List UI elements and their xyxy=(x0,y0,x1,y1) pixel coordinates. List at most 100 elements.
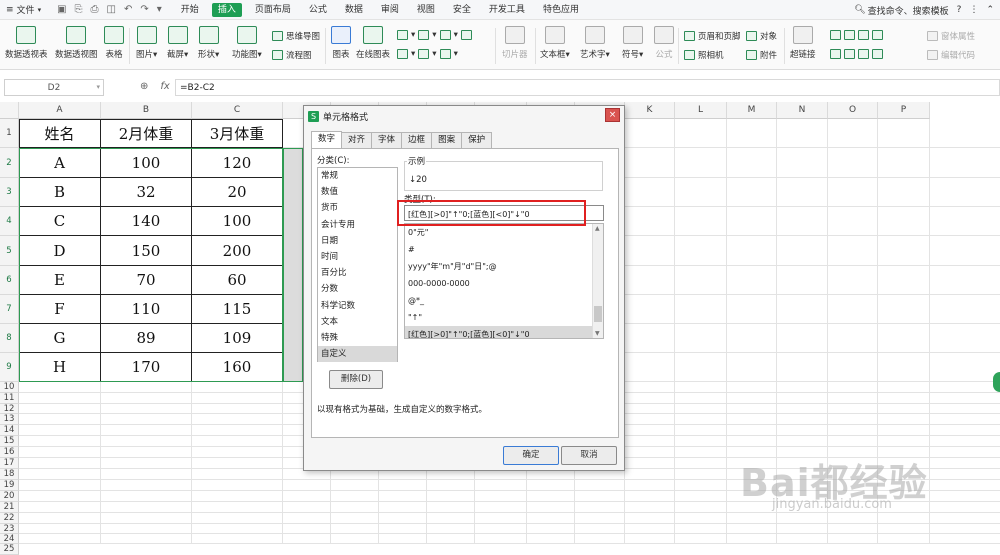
row-header[interactable]: 6 xyxy=(0,266,19,295)
column-header[interactable]: K xyxy=(625,102,675,119)
dialog-tab-1[interactable]: 对齐 xyxy=(341,132,373,148)
scroll-up-icon[interactable]: ▲ xyxy=(595,225,600,232)
chart-type-buttons-row1[interactable]: ▾ ▾ ▾ xyxy=(397,30,472,40)
chart-type-buttons-row2[interactable]: ▾ ▾ ▾ xyxy=(397,49,458,59)
table-header-cell[interactable]: 3月体重 xyxy=(192,119,283,148)
table-cell[interactable]: 150 xyxy=(101,236,192,266)
row-header[interactable]: 14 xyxy=(0,425,19,436)
table-cell[interactable]: A xyxy=(19,148,101,178)
row-header[interactable]: 1 xyxy=(0,119,19,148)
table-cell[interactable]: 115 xyxy=(192,295,283,324)
menu-tab-2[interactable]: 页面布局 xyxy=(246,0,300,20)
row-header[interactable]: 25 xyxy=(0,544,19,555)
table-button[interactable]: 表格 xyxy=(104,26,124,60)
menu-tab-1[interactable]: 插入 xyxy=(211,2,242,17)
column-header[interactable]: M xyxy=(727,102,777,119)
close-button[interactable]: × xyxy=(605,108,620,122)
column-header[interactable]: P xyxy=(878,102,930,119)
format-list-scrollbar[interactable]: ▲ ▼ xyxy=(592,224,603,338)
table-cell[interactable]: 170 xyxy=(101,353,192,382)
row-header[interactable]: 16 xyxy=(0,447,19,458)
dialog-tab-4[interactable]: 图案 xyxy=(431,132,463,148)
row-header[interactable]: 2 xyxy=(0,148,19,178)
table-cell[interactable]: E xyxy=(19,266,101,295)
print-preview-icon[interactable]: ◫ xyxy=(107,4,116,15)
category-list[interactable]: 常规 数值 货币 会计专用 日期 时间 百分比 分数 科学记数 文本 特殊 自定义 xyxy=(317,167,398,363)
dialog-tab-0[interactable]: 数字 xyxy=(311,131,343,148)
row-header[interactable]: 24 xyxy=(0,534,19,544)
row-header[interactable]: 15 xyxy=(0,436,19,447)
header-footer-button[interactable]: 页眉和页脚 xyxy=(684,30,741,42)
column-header[interactable]: N xyxy=(777,102,828,119)
table-cell[interactable]: 60 xyxy=(192,266,283,295)
table-cell[interactable]: 110 xyxy=(101,295,192,324)
row-header[interactable]: 8 xyxy=(0,324,19,353)
dialog-tab-2[interactable]: 字体 xyxy=(371,132,403,148)
fx-icon[interactable]: fx xyxy=(160,81,169,92)
attachment-button[interactable]: 附件 xyxy=(746,49,777,61)
row-header[interactable]: 10 xyxy=(0,382,19,393)
menu-tab-7[interactable]: 安全 xyxy=(444,0,480,20)
art-text-button[interactable]: 艺术字▾ xyxy=(580,26,610,60)
row-header[interactable]: 19 xyxy=(0,480,19,491)
table-cell[interactable]: 89 xyxy=(101,324,192,353)
row-header[interactable]: 9 xyxy=(0,353,19,382)
row-header[interactable]: 5 xyxy=(0,236,19,266)
menu-tab-9[interactable]: 特色应用 xyxy=(534,0,588,20)
category-item[interactable]: 货币 xyxy=(318,200,397,216)
row-header[interactable]: 20 xyxy=(0,491,19,502)
search-command[interactable]: 查找命令、搜索模板 xyxy=(868,4,949,17)
flowchart-button[interactable]: 流程图 xyxy=(272,49,312,61)
category-item[interactable]: 时间 xyxy=(318,249,397,265)
scroll-down-icon[interactable]: ▼ xyxy=(595,330,600,337)
table-cell[interactable]: C xyxy=(19,207,101,236)
row-header[interactable]: 4 xyxy=(0,207,19,236)
row-header[interactable]: 12 xyxy=(0,404,19,414)
table-cell[interactable]: 100 xyxy=(101,148,192,178)
column-header[interactable]: A xyxy=(19,102,101,119)
category-item[interactable]: 科学记数 xyxy=(318,298,397,314)
table-cell[interactable]: 140 xyxy=(101,207,192,236)
row-header[interactable]: 22 xyxy=(0,513,19,524)
category-item[interactable]: 特殊 xyxy=(318,330,397,346)
function-chart-button[interactable]: 功能图▾ xyxy=(232,26,262,60)
table-cell[interactable]: 20 xyxy=(192,178,283,207)
slicer-button[interactable]: 切片器 xyxy=(502,26,528,60)
floating-assistant-icon[interactable] xyxy=(993,372,1000,392)
table-cell[interactable]: 160 xyxy=(192,353,283,382)
print-icon[interactable]: ⎙ xyxy=(91,4,99,15)
row-header[interactable]: 23 xyxy=(0,524,19,534)
row-header[interactable]: 18 xyxy=(0,469,19,480)
form-controls-row1[interactable] xyxy=(830,30,883,40)
category-item[interactable]: 文本 xyxy=(318,314,397,330)
search-icon[interactable]: 🔍︎ xyxy=(854,5,865,15)
zoom-icon[interactable]: ⊕ xyxy=(140,81,148,92)
row-header[interactable]: 11 xyxy=(0,393,19,404)
hyperlink-button[interactable]: 超链接 xyxy=(790,26,816,60)
name-box[interactable]: D2 ▾ xyxy=(4,79,104,96)
menu-tab-8[interactable]: 开发工具 xyxy=(480,0,534,20)
edit-code-button[interactable]: 编辑代码 xyxy=(927,49,975,61)
category-item[interactable]: 常规 xyxy=(318,168,397,184)
category-item[interactable]: 会计专用 xyxy=(318,217,397,233)
menu-tab-0[interactable]: 开始 xyxy=(172,0,208,20)
pivot-table-button[interactable]: 数据透视表 xyxy=(5,26,48,60)
help-icon[interactable]: ? xyxy=(957,5,962,15)
table-cell[interactable]: D xyxy=(19,236,101,266)
object-button[interactable]: 对象 xyxy=(746,30,777,42)
column-header[interactable]: L xyxy=(675,102,727,119)
format-item[interactable]: 0"元" xyxy=(405,224,603,241)
mindmap-button[interactable]: 思维导图 xyxy=(272,30,320,42)
category-item[interactable]: 自定义 xyxy=(318,346,397,363)
formula-input[interactable]: =B2-C2 xyxy=(175,79,1000,96)
ok-button[interactable]: 确定 xyxy=(503,446,559,465)
table-cell[interactable]: F xyxy=(19,295,101,324)
more-options-icon[interactable]: ⋮ xyxy=(969,5,978,15)
format-item[interactable]: [红色][>0]"↑"0;[蓝色][<0]"↓"0 xyxy=(405,326,603,338)
screenshot-button[interactable]: 截屏▾ xyxy=(167,26,188,60)
cancel-button[interactable]: 取消 xyxy=(561,446,617,465)
row-header[interactable]: 21 xyxy=(0,502,19,513)
column-header[interactable]: C xyxy=(192,102,283,119)
format-list[interactable]: 0"元" # yyyy"年"m"月"d"日";@ 000-0000-0000 @*_ "↑… xyxy=(404,223,604,339)
redo-icon[interactable]: ↷ xyxy=(140,4,148,15)
